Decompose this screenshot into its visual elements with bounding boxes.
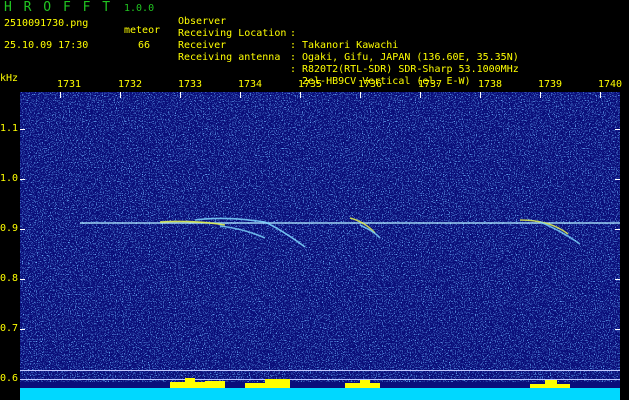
spectrogram	[20, 92, 620, 400]
x-tick-label: 1735	[298, 79, 323, 90]
info-colon: :	[290, 28, 297, 39]
signal-peak	[265, 379, 290, 388]
info-colon: :	[290, 64, 297, 75]
y-tick-label: 1.0	[0, 173, 19, 184]
x-tick-label: 1736	[358, 79, 383, 90]
y-tick-label: 0.9	[0, 223, 19, 234]
app-title: H R O F F T	[4, 0, 113, 15]
y-tick-label: 0.7	[0, 323, 19, 334]
x-tick-label: 1737	[418, 79, 443, 90]
x-tick-label: 1738	[478, 79, 503, 90]
info-colon: :	[290, 40, 297, 51]
info-value: R820T2(RTL-SDR) SDR-Sharp 53.1000MHz	[302, 64, 519, 75]
signal-peak	[360, 380, 370, 388]
info-row-antenna: Receiving antenna : 2el-HB9CV Vertical (…	[178, 40, 471, 87]
y-tick-label: 0.8	[0, 273, 19, 284]
x-tick-label: 1731	[57, 79, 82, 90]
file-name: 2510091730.png	[4, 18, 89, 29]
x-tick-label: 1740	[598, 79, 623, 90]
spectrogram-noise	[20, 92, 620, 382]
signal-peak	[185, 378, 195, 388]
y-tick-label: 1.1	[0, 123, 19, 134]
x-tick-label: 1739	[538, 79, 563, 90]
info-row-location: Receiving Location : Ogaki, Gifu, JAPAN …	[178, 16, 519, 63]
signal-peak	[545, 380, 557, 388]
y-tick-label: 0.6	[0, 373, 19, 384]
app-version: 1.0.0	[124, 3, 155, 14]
x-tick-label: 1734	[238, 79, 263, 90]
info-value: Takanori Kawachi	[302, 40, 399, 51]
detection-type-label: meteor	[124, 25, 161, 36]
y-axis-unit-label: kHz	[0, 73, 19, 84]
date-time: 25.10.09 17:30	[4, 40, 89, 51]
info-colon: :	[290, 52, 297, 63]
signal-peak	[205, 381, 225, 388]
info-value: 2el-HB9CV Vertical (el. E-W)	[302, 76, 471, 87]
info-key: Receiving Location	[178, 28, 287, 39]
info-value: Ogaki, Gifu, JAPAN (136.60E, 35.35N)	[302, 52, 519, 63]
info-row-receiver: Receiver : R820T2(RTL-SDR) SDR-Sharp 53.…	[178, 28, 519, 75]
info-key: Receiving antenna	[178, 52, 281, 63]
x-tick-label: 1732	[118, 79, 143, 90]
info-row-observer: Observer : Takanori Kawachi	[178, 4, 398, 51]
x-tick-label: 1733	[178, 79, 203, 90]
signal-level-band	[20, 388, 620, 400]
detection-count: 66	[138, 40, 151, 51]
